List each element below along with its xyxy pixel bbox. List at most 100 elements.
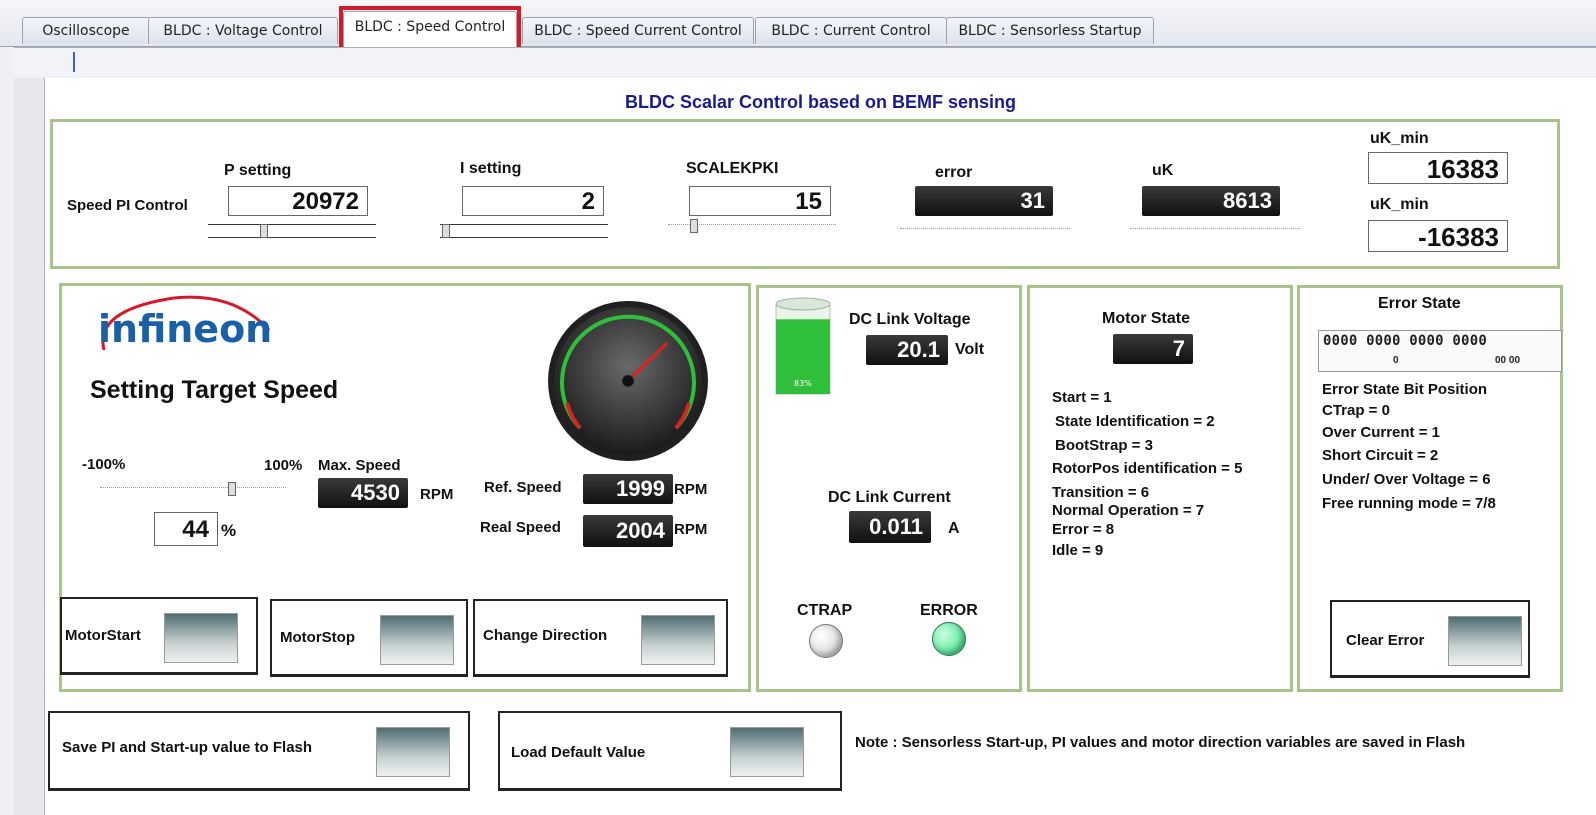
dc-link-voltage-display: 20.1 <box>866 335 948 365</box>
error-label: error <box>935 164 973 181</box>
slider-thumb[interactable] <box>442 224 450 238</box>
ukmin-label-1: uK_min <box>1370 130 1429 147</box>
ukmin-field-1[interactable]: 16383 <box>1368 152 1508 184</box>
tab-oscilloscope[interactable]: Oscilloscope <box>22 17 150 44</box>
motor-state-display: 7 <box>1113 334 1193 364</box>
tank-percent: 83% <box>794 379 812 388</box>
change-direction-label: Change Direction <box>483 627 608 644</box>
dc-link-current-label: DC Link Current <box>828 489 951 506</box>
scalekpki-slider[interactable] <box>668 219 836 233</box>
load-default-button[interactable]: Load Default Value <box>498 711 842 791</box>
flash-note: Note : Sensorless Start-up, PI values an… <box>855 734 1466 751</box>
tab-sensorless-startup[interactable]: BLDC : Sensorless Startup <box>946 17 1154 44</box>
i-setting-field[interactable]: 2 <box>462 186 604 216</box>
max-speed-unit: RPM <box>420 486 454 503</box>
scalekpki-field[interactable]: 15 <box>689 186 831 216</box>
motor-stop-label: MotorStop <box>280 629 355 646</box>
tab-speed-current-control[interactable]: BLDC : Speed Current Control <box>522 17 754 44</box>
toolstrip <box>14 47 1596 79</box>
change-direction-switch[interactable] <box>641 615 715 665</box>
scalekpki-label: SCALEKPKI <box>686 160 779 177</box>
error-bit-line: CTrap = 0 <box>1322 402 1390 419</box>
text-caret <box>73 52 75 72</box>
dc-link-voltage-unit: Volt <box>955 341 985 358</box>
clear-error-switch[interactable] <box>1448 616 1522 666</box>
infineon-logo: infineon <box>98 295 272 351</box>
percent-unit: % <box>221 521 237 540</box>
voltage-tank: 83% <box>775 297 831 395</box>
ukmin-label-2: uK_min <box>1370 196 1429 213</box>
error-bit-line: Short Circuit = 2 <box>1322 447 1439 464</box>
real-speed-display: 2004 <box>583 515 673 547</box>
motor-stop-switch[interactable] <box>380 615 454 665</box>
clear-error-label: Clear Error <box>1346 632 1425 649</box>
save-flash-label: Save PI and Start-up value to Flash <box>62 739 313 756</box>
error-led <box>932 622 966 656</box>
error-bits-sub-left: 0 <box>1393 355 1399 366</box>
dc-link-current-display: 0.011 <box>849 511 931 543</box>
error-bits: 0000 0000 0000 0000 <box>1323 333 1487 349</box>
slider-thumb[interactable] <box>690 219 698 233</box>
motor-state-line: Normal Operation = 7 <box>1052 502 1205 519</box>
motor-start-switch[interactable] <box>164 613 238 663</box>
error-scale <box>900 228 1070 229</box>
i-setting-label: I setting <box>460 160 522 177</box>
p-setting-slider[interactable] <box>208 224 376 238</box>
motor-state-line: Start = 1 <box>1052 389 1112 406</box>
uk-scale <box>1130 228 1300 229</box>
tab-voltage-control[interactable]: BLDC : Voltage Control <box>148 17 338 44</box>
ref-speed-unit: RPM <box>674 481 708 498</box>
slider-max-label: 100% <box>264 457 303 474</box>
error-bit-heading: Error State Bit Position <box>1322 381 1488 398</box>
motor-stop-button[interactable]: MotorStop <box>270 599 468 677</box>
speed-pi-label: Speed PI Control <box>67 197 188 214</box>
real-speed-unit: RPM <box>674 521 708 538</box>
logo-text: infineon <box>98 307 272 351</box>
error-bit-line: Over Current = 1 <box>1322 424 1440 441</box>
motor-state-line: State Identification = 2 <box>1055 413 1215 430</box>
motor-state-line: Transition = 6 <box>1052 484 1150 501</box>
i-setting-slider[interactable] <box>440 224 608 238</box>
max-speed-label: Max. Speed <box>318 457 401 474</box>
load-default-switch[interactable] <box>730 727 804 777</box>
ref-speed-label: Ref. Speed <box>484 479 562 496</box>
error-state-title: Error State <box>1378 295 1461 312</box>
real-speed-label: Real Speed <box>480 519 561 536</box>
left-gutter <box>14 78 45 815</box>
motor-start-label: MotorStart <box>65 627 141 644</box>
save-flash-switch[interactable] <box>376 727 450 777</box>
target-speed-title: Setting Target Speed <box>90 376 339 404</box>
speed-gauge <box>548 301 708 461</box>
load-default-label: Load Default Value <box>511 744 646 761</box>
motor-state-line: Error = 8 <box>1052 521 1115 538</box>
ctrap-label: CTRAP <box>797 602 853 619</box>
error-display: 31 <box>915 186 1053 216</box>
error-led-label: ERROR <box>920 602 978 619</box>
save-flash-button[interactable]: Save PI and Start-up value to Flash <box>48 711 470 791</box>
target-percent-field[interactable]: 44 <box>154 512 218 546</box>
ukmin-field-2[interactable]: -16383 <box>1368 220 1508 252</box>
dc-link-voltage-label: DC Link Voltage <box>849 311 971 328</box>
motor-start-button[interactable]: MotorStart <box>60 597 258 675</box>
page-title: BLDC Scalar Control based on BEMF sensin… <box>624 92 1017 112</box>
error-state-bit-display: 0000 0000 0000 0000 0 00 00 <box>1318 330 1562 372</box>
error-bit-line: Free running mode = 7/8 <box>1322 495 1496 512</box>
error-bits-sub-right: 00 00 <box>1495 355 1521 366</box>
tab-current-control[interactable]: BLDC : Current Control <box>755 17 947 44</box>
slider-thumb[interactable] <box>260 224 268 238</box>
max-speed-display: 4530 <box>318 478 408 508</box>
active-tab-highlight <box>339 6 521 52</box>
motor-state-title: Motor State <box>1102 310 1190 327</box>
motor-state-line: BootStrap = 3 <box>1055 437 1153 454</box>
p-setting-field[interactable]: 20972 <box>228 186 368 216</box>
slider-min-label: -100% <box>82 456 126 473</box>
motor-state-line: RotorPos identification = 5 <box>1052 460 1243 477</box>
change-direction-button[interactable]: Change Direction <box>473 599 728 677</box>
p-setting-label: P setting <box>224 162 292 179</box>
slider-thumb[interactable] <box>228 482 236 496</box>
error-bit-line: Under/ Over Voltage = 6 <box>1322 471 1491 488</box>
target-speed-slider[interactable] <box>100 482 286 496</box>
ref-speed-display: 1999 <box>583 474 673 504</box>
clear-error-button[interactable]: Clear Error <box>1330 600 1530 678</box>
dc-link-current-unit: A <box>948 520 960 537</box>
